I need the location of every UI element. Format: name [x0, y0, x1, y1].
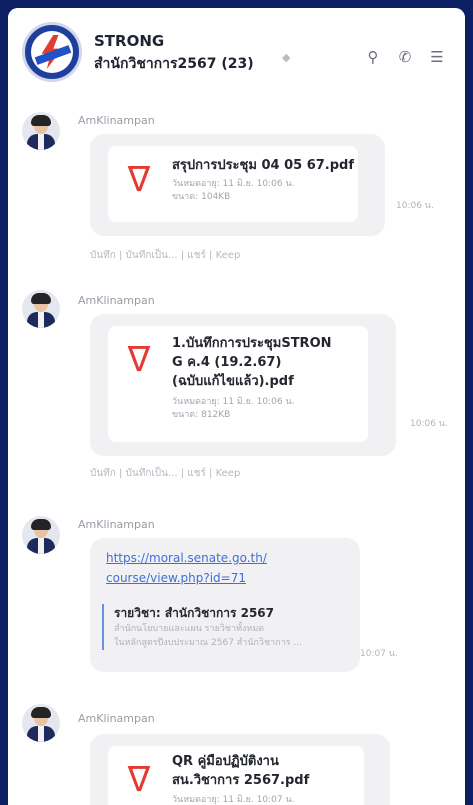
group-avatar[interactable]	[22, 22, 82, 82]
file-size: ขนาด: 812KB	[172, 410, 231, 420]
file-expiry: วันหมดอายุ: 11 มิ.ย. 10:06 น.	[172, 397, 295, 407]
chat-header: STRONG สำนักวิชาการ2567 (23) ◆ ⚲ ✆ ☰	[8, 8, 465, 96]
avatar-shirt	[38, 538, 44, 554]
sender-avatar[interactable]	[22, 704, 60, 742]
preview-desc-line-2: ในหลักสูตรปีงบประมาณ 2567 สำนักวิชาการ .…	[114, 638, 302, 648]
avatar-shirt	[38, 312, 44, 328]
sender-avatar[interactable]	[22, 112, 60, 150]
pdf-icon: ᐁ	[127, 760, 151, 800]
preview-title: รายวิชา: สำนักวิชาการ 2567	[114, 606, 274, 620]
group-name: STRONG	[94, 32, 165, 50]
file-actions[interactable]: บันทึก | บันทึกเป็น... | แชร์ | Keep	[90, 466, 240, 481]
group-subtitle: สำนักวิชาการ2567 (23)	[94, 56, 254, 72]
link-url-line-1[interactable]: https://moral.senate.go.th/	[106, 548, 267, 568]
message-time: 10:07 น.	[360, 649, 398, 659]
file-message-bubble[interactable]: ᐁ QR คู่มือปฏิบัติงาน สน.วิชาการ 2567.pd…	[90, 734, 390, 805]
file-size: ขนาด: 104KB	[172, 192, 231, 202]
file-expiry: วันหมดอายุ: 11 มิ.ย. 10:07 น.	[172, 795, 295, 805]
file-card[interactable]: ᐁ สรุปการประชุม 04 05 67.pdf วันหมดอายุ:…	[108, 146, 358, 222]
phone-icon[interactable]: ✆	[394, 46, 416, 68]
file-name-line-3: (ฉบับแก้ไขแล้ว).pdf	[172, 374, 294, 389]
file-name-line-1: QR คู่มือปฏิบัติงาน	[172, 754, 279, 769]
sender-name: AmKlinampan	[78, 294, 155, 307]
file-card[interactable]: ᐁ 1.บันทึกการประชุมSTRON G ค.4 (19.2.67)…	[108, 326, 368, 442]
file-name-line-1: 1.บันทึกการประชุมSTRON	[172, 336, 332, 351]
avatar-shirt	[38, 726, 44, 742]
file-name: สรุปการประชุม 04 05 67.pdf	[172, 158, 354, 173]
link-url[interactable]: https://moral.senate.go.th/ course/view.…	[106, 548, 267, 588]
link-url-line-2[interactable]: course/view.php?id=71	[106, 568, 267, 588]
pdf-icon: ᐁ	[127, 340, 151, 380]
file-message-bubble[interactable]: ᐁ สรุปการประชุม 04 05 67.pdf วันหมดอายุ:…	[90, 134, 385, 236]
pdf-icon: ᐁ	[127, 160, 151, 200]
sender-avatar[interactable]	[22, 516, 60, 554]
file-card[interactable]: ᐁ QR คู่มือปฏิบัติงาน สน.วิชาการ 2567.pd…	[108, 746, 364, 805]
link-preview[interactable]: รายวิชา: สำนักวิชาการ 2567 สำนักนโยบายแล…	[102, 604, 354, 650]
message-time: 10:06 น.	[396, 201, 434, 211]
link-message-bubble[interactable]: https://moral.senate.go.th/ course/view.…	[90, 538, 360, 672]
avatar-shirt	[38, 134, 44, 150]
avatar-hair	[31, 115, 51, 126]
sender-name: AmKlinampan	[78, 114, 155, 127]
file-expiry: วันหมดอายุ: 11 มิ.ย. 10:06 น.	[172, 179, 295, 189]
file-name-line-2: G ค.4 (19.2.67)	[172, 355, 282, 370]
avatar-hair	[31, 519, 51, 530]
menu-icon[interactable]: ☰	[426, 46, 448, 68]
avatar-hair	[31, 293, 51, 304]
message-time: 10:06 น.	[410, 419, 448, 429]
preview-desc-line-1: สำนักนโยบายและแผน รายวิชาทั้งหมด	[114, 624, 265, 634]
file-name-line-2: สน.วิชาการ 2567.pdf	[172, 773, 310, 788]
sender-name: AmKlinampan	[78, 518, 155, 531]
sender-avatar[interactable]	[22, 290, 60, 328]
bell-off-icon: ◆	[282, 51, 291, 64]
sender-name: AmKlinampan	[78, 712, 155, 725]
search-icon[interactable]: ⚲	[362, 46, 384, 68]
file-actions[interactable]: บันทึก | บันทึกเป็น... | แชร์ | Keep	[90, 248, 240, 263]
avatar-hair	[31, 707, 51, 718]
chat-window: STRONG สำนักวิชาการ2567 (23) ◆ ⚲ ✆ ☰ AmK…	[8, 8, 465, 805]
file-message-bubble[interactable]: ᐁ 1.บันทึกการประชุมSTRON G ค.4 (19.2.67)…	[90, 314, 396, 456]
